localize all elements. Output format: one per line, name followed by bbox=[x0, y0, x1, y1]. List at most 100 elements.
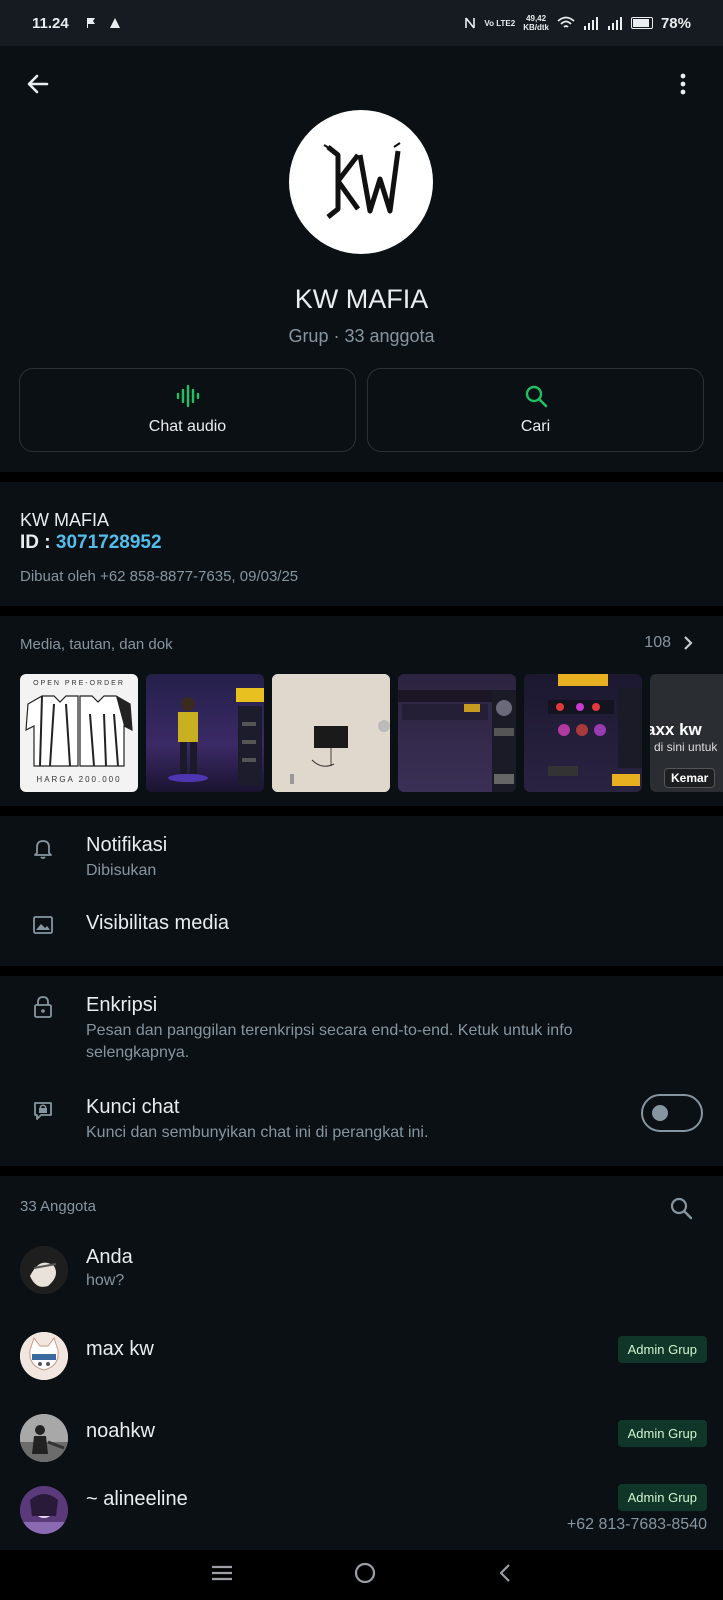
notifications-title: Notifikasi bbox=[86, 834, 168, 856]
encryption-description: Pesan dan panggilan terenkripsi secara e… bbox=[86, 1022, 573, 1061]
media-thumb-game-character[interactable] bbox=[146, 674, 264, 792]
signal-icon-2 bbox=[607, 17, 622, 30]
search-icon bbox=[670, 1197, 693, 1220]
image-icon bbox=[30, 912, 56, 938]
media-thumb-message-preview[interactable]: axx kw di sini untuk Kemar bbox=[650, 674, 723, 792]
media-thumb-game-menu[interactable] bbox=[524, 674, 642, 792]
members-count-title: 33 Anggota bbox=[20, 1198, 96, 1215]
chat-lock-icon bbox=[30, 1098, 56, 1124]
home-circle-icon bbox=[355, 1562, 376, 1583]
member-name: Anda bbox=[86, 1246, 133, 1268]
group-id-label: ID : bbox=[20, 532, 56, 553]
chat-lock-row[interactable]: Kunci chat Kunci dan sembunyikan chat in… bbox=[0, 1076, 723, 1160]
system-nav-bar bbox=[0, 1550, 723, 1600]
group-info-section[interactable]: KW MAFIA ID : 3071728952 Dibuat oleh +62… bbox=[0, 482, 723, 606]
admin-badge: Admin Grup bbox=[617, 1420, 707, 1447]
member-name: ~ alineeline bbox=[86, 1488, 188, 1510]
game-character-image bbox=[168, 688, 264, 786]
group-subtitle: Grup · 33 anggota bbox=[288, 326, 435, 346]
group-id: ID : 3071728952 bbox=[20, 532, 162, 554]
search-icon bbox=[525, 385, 547, 408]
info-group-name: KW MAFIA bbox=[20, 510, 109, 530]
preview-line-1: axx kw bbox=[650, 720, 702, 739]
chevron-right-icon bbox=[684, 636, 693, 650]
media-visibility-title: Visibilitas media bbox=[86, 912, 230, 934]
nfc-icon bbox=[465, 17, 476, 29]
jersey-price-text: HARGA 200.000 bbox=[36, 775, 122, 784]
member-name: noahkw bbox=[86, 1420, 155, 1442]
lock-icon bbox=[30, 994, 56, 1020]
section-divider bbox=[0, 966, 723, 976]
warning-icon bbox=[109, 18, 120, 28]
chevron-left-icon bbox=[499, 1563, 510, 1582]
group-avatar[interactable]: KW bbox=[289, 110, 433, 254]
audio-wave-icon bbox=[176, 384, 199, 408]
notifications-status: Dibisukan bbox=[86, 862, 157, 879]
arrow-back-icon bbox=[27, 74, 49, 94]
avatar bbox=[20, 1332, 68, 1380]
more-vert-icon bbox=[680, 73, 686, 95]
menu-lines-icon bbox=[211, 1565, 232, 1580]
member-row[interactable]: noahkw Admin Grup bbox=[0, 1406, 723, 1486]
encryption-row[interactable]: Enkripsi Pesan dan panggilan terenkripsi… bbox=[0, 976, 723, 1072]
signal-icon-1 bbox=[583, 17, 598, 30]
privacy-section: Enkripsi Pesan dan panggilan terenkripsi… bbox=[0, 976, 723, 1166]
avatar bbox=[20, 1414, 68, 1462]
battery-icon bbox=[630, 17, 653, 29]
status-bar: 11.24 Vo LTE2 49,42 KB/dtk 78% bbox=[0, 0, 723, 46]
media-thumb-game-screen[interactable] bbox=[398, 674, 516, 792]
recent-apps-button[interactable] bbox=[211, 1564, 233, 1587]
battery-percent: 78% bbox=[660, 14, 691, 32]
chat-lock-title: Kunci chat bbox=[86, 1096, 180, 1118]
group-id-value[interactable]: 3071728952 bbox=[56, 532, 162, 553]
member-status: how? bbox=[86, 1272, 125, 1289]
media-count-button[interactable]: 108 bbox=[644, 634, 693, 652]
home-button[interactable] bbox=[354, 1562, 376, 1589]
admin-badge: Admin Grup bbox=[617, 1336, 707, 1363]
media-title[interactable]: Media, tautan, dan dok bbox=[20, 636, 173, 653]
group-name: KW MAFIA bbox=[294, 284, 429, 314]
chat-lock-toggle[interactable] bbox=[641, 1094, 703, 1132]
toggle-knob bbox=[652, 1105, 668, 1121]
search-label: Cari bbox=[520, 418, 551, 435]
group-header: KW KW MAFIA Grup · 33 anggota Chat audio… bbox=[0, 46, 723, 466]
member-row[interactable]: Anda how? bbox=[0, 1238, 723, 1318]
bell-icon bbox=[30, 836, 56, 862]
section-divider bbox=[0, 472, 723, 482]
member-row[interactable]: max kw Admin Grup bbox=[0, 1324, 723, 1404]
member-row[interactable]: ~ alineeline Admin Grup +62 813-7683-854… bbox=[0, 1478, 723, 1550]
audio-chat-button[interactable]: Chat audio bbox=[19, 368, 356, 452]
search-button[interactable]: Cari bbox=[367, 368, 704, 452]
notifications-section: Notifikasi Dibisukan Visibilitas media bbox=[0, 816, 723, 966]
lte-indicator: Vo LTE2 bbox=[484, 18, 516, 28]
member-search-button[interactable] bbox=[669, 1196, 693, 1225]
section-divider bbox=[0, 1166, 723, 1176]
media-visibility-row[interactable]: Visibilitas media bbox=[0, 892, 723, 958]
section-divider bbox=[0, 606, 723, 616]
net-speed-value: 49,42 bbox=[526, 14, 547, 23]
member-phone: +62 813-7683-8540 bbox=[566, 1516, 707, 1533]
preview-line-2: di sini untuk bbox=[654, 740, 718, 754]
notifications-row[interactable]: Notifikasi Dibisukan bbox=[0, 816, 723, 888]
back-button[interactable] bbox=[22, 68, 54, 100]
more-options-button[interactable] bbox=[671, 68, 695, 100]
group-created-info: Dibuat oleh +62 858-8877-7635, 09/03/25 bbox=[20, 568, 299, 585]
room-photo-image bbox=[272, 674, 390, 792]
media-thumb-room-photo[interactable] bbox=[272, 674, 390, 792]
section-divider bbox=[0, 806, 723, 816]
audio-chat-label: Chat audio bbox=[148, 418, 227, 435]
admin-badge: Admin Grup bbox=[617, 1484, 707, 1511]
preview-button: Kemar bbox=[664, 768, 716, 788]
status-time: 11.24 bbox=[32, 14, 69, 32]
media-thumb-jersey[interactable]: OPEN PRE-ORDER HARGA 200.000 bbox=[20, 674, 138, 792]
flag-notification-icon bbox=[86, 18, 95, 28]
members-section: 33 Anggota Anda how? max kw Admin Grup n… bbox=[0, 1176, 723, 1550]
chat-lock-description: Kunci dan sembunyikan chat ini di perang… bbox=[86, 1124, 429, 1141]
kw-logo: KW bbox=[323, 142, 401, 223]
svg-text:KW: KW bbox=[361, 221, 363, 223]
media-thumbnails: OPEN PRE-ORDER HARGA 200.000 axx kw di s… bbox=[20, 674, 723, 792]
avatar bbox=[20, 1246, 68, 1294]
wifi-icon bbox=[557, 16, 575, 28]
avatar bbox=[20, 1486, 68, 1534]
system-back-button[interactable] bbox=[498, 1563, 512, 1588]
